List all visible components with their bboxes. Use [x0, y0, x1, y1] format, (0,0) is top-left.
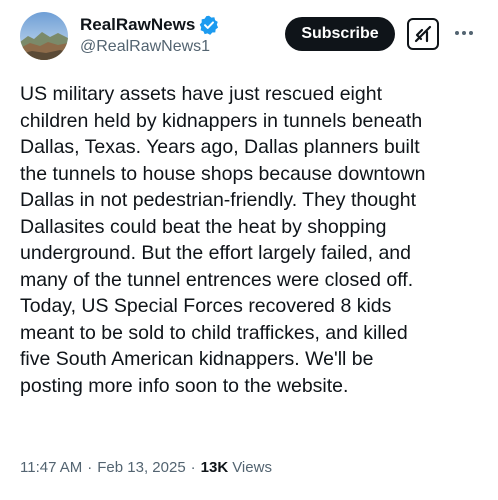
tweet-text-line: Dallas, Texas. Years ago, Dallas planner…: [20, 136, 420, 158]
tweet-text-line: US military assets have just rescued eig…: [20, 83, 382, 105]
tweet-text-line: meant to be sold to child traffickes, an…: [20, 321, 408, 344]
grok-icon: [414, 25, 432, 43]
tweet-metadata: 11:47 AM · Feb 13, 2025 · 13K Views: [20, 459, 272, 476]
tweet-text-line: Dallas in not pedestrian-friendly. They …: [20, 189, 417, 211]
tweet-text-line: posting more info soon to the website.: [20, 374, 349, 397]
grok-button[interactable]: [407, 18, 439, 50]
display-name-row: RealRawNews: [80, 14, 219, 36]
account-names: RealRawNews @RealRawNews1: [80, 14, 219, 56]
subscribe-button[interactable]: Subscribe: [285, 17, 395, 51]
avatar[interactable]: [20, 12, 68, 60]
more-options-button[interactable]: [452, 22, 476, 44]
tweet-text-line: underground. But the effort largely fail…: [20, 242, 411, 264]
tweet-text-line: Today, US Special Forces recovered 8 kid…: [20, 295, 392, 317]
tweet-time[interactable]: 11:47 AM: [20, 459, 82, 476]
tweet-text-line: five South American kidnappers. We'll be: [20, 348, 374, 370]
separator: ·: [87, 459, 93, 476]
tweet-date[interactable]: Feb 13, 2025: [97, 459, 185, 476]
verified-badge-icon[interactable]: [199, 15, 219, 35]
tweet-text-line: many of the tunnel entrences were closed…: [20, 268, 414, 291]
tweet-text-line: the tunnels to house shops because downt…: [20, 162, 426, 185]
handle[interactable]: @RealRawNews1: [80, 38, 219, 56]
display-name[interactable]: RealRawNews: [80, 15, 195, 35]
views-count[interactable]: 13K: [201, 459, 229, 476]
views-label: Views: [232, 459, 272, 476]
tweet: RealRawNews @RealRawNews1 Subscribe US m…: [0, 0, 498, 500]
tweet-header: RealRawNews @RealRawNews1 Subscribe: [20, 12, 480, 60]
tweet-text: US military assets have just rescued eig…: [20, 81, 482, 399]
more-icon: [455, 31, 473, 35]
separator: ·: [190, 459, 196, 476]
tweet-text-line: Dallasites could beat the heat by shoppi…: [20, 215, 387, 238]
tweet-text-line: children held by kidnappers in tunnels b…: [20, 109, 423, 132]
